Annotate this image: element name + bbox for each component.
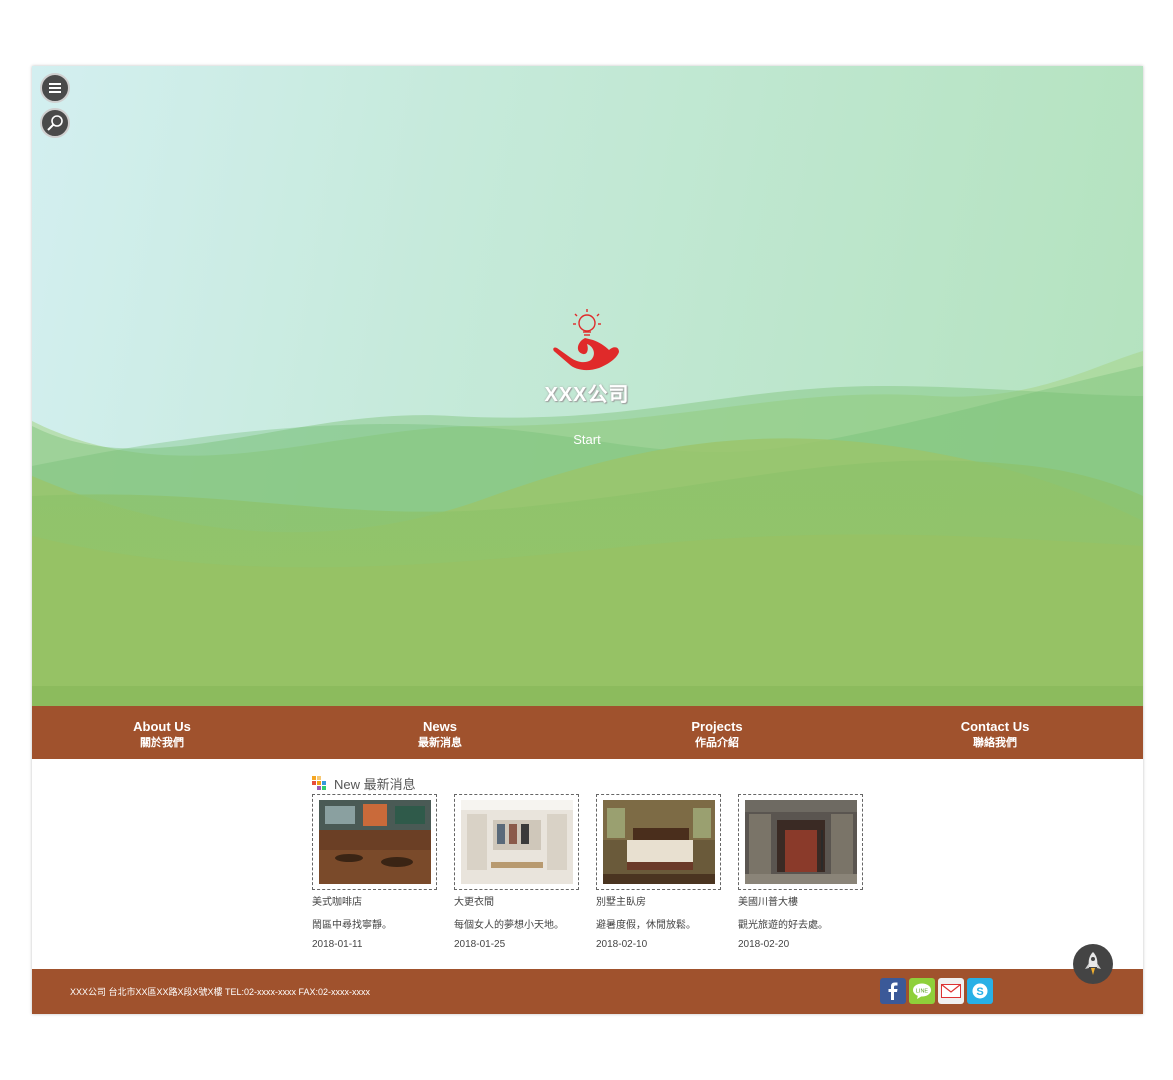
menu-button[interactable] (40, 73, 70, 103)
start-link[interactable]: Start (557, 432, 617, 447)
nav-item-contact[interactable]: Contact Us 聯絡我們 (925, 719, 1065, 751)
line-link[interactable]: LINE (909, 978, 935, 1004)
email-icon (941, 984, 961, 998)
nav-item-projects[interactable]: Projects 作品介紹 (647, 719, 787, 751)
page-frame: XXX公司 Start About Us 關於我們 News 最新消息 Proj… (32, 66, 1143, 1014)
skype-link[interactable]: S (967, 978, 993, 1004)
building-photo (744, 800, 857, 884)
news-item-date: 2018-01-25 (454, 939, 506, 950)
nav-item-zh-label: 最新消息 (418, 737, 462, 749)
news-card: 別墅主臥房 避暑度假，休閒放鬆。 2018-02-10 (596, 794, 721, 950)
news-header: New 最新消息 (312, 774, 416, 792)
news-card: 大更衣間 每個女人的夢想小天地。 2018-01-25 (454, 794, 579, 950)
news-item-name[interactable]: 美式咖啡店 (312, 893, 437, 908)
nav-item-zh-label: 關於我們 (140, 737, 184, 749)
cafe-photo (318, 800, 431, 884)
facebook-link[interactable] (880, 978, 906, 1004)
closet-photo (460, 800, 573, 884)
news-item-desc: 避暑度假，休閒放鬆。 (596, 920, 696, 931)
news-item-name[interactable]: 大更衣間 (454, 893, 579, 908)
news-thumbnail[interactable] (454, 794, 579, 890)
nav-item-en-label: Contact Us (960, 719, 1030, 734)
menu-icon (49, 83, 61, 93)
news-item-name[interactable]: 美國川普大樓 (738, 893, 863, 908)
news-item-date: 2018-02-10 (596, 939, 648, 950)
news-item-desc: 鬧區中尋找寧靜。 (312, 920, 392, 931)
footer: XXX公司 台北市XX區XX路X段X號X樓 TEL:02-xxxx-xxxx F… (32, 969, 1143, 1014)
nav-item-en-label: News (423, 719, 457, 734)
news-item-date: 2018-01-11 (312, 939, 363, 950)
svg-text:LINE: LINE (916, 989, 929, 995)
facebook-icon (888, 982, 898, 1000)
news-item-desc: 每個女人的夢想小天地。 (454, 920, 564, 931)
company-name: XXX公司 (544, 384, 630, 406)
bedroom-photo (602, 800, 715, 884)
back-to-top-button[interactable] (1073, 944, 1113, 984)
nav-item-en-label: About Us (133, 719, 191, 734)
nav-item-news[interactable]: News 最新消息 (370, 719, 510, 751)
news-thumbnail[interactable] (738, 794, 863, 890)
nav-item-about[interactable]: About Us 關於我們 (92, 719, 232, 751)
rocket-icon (1085, 952, 1101, 975)
nav-item-zh-label: 聯絡我們 (973, 737, 1017, 749)
email-link[interactable] (938, 978, 964, 1004)
news-thumbnail[interactable] (312, 794, 437, 890)
search-button[interactable] (40, 108, 70, 138)
news-thumbnail[interactable] (596, 794, 721, 890)
colored-grid-icon (312, 776, 326, 790)
line-icon: LINE (913, 983, 931, 999)
news-item-desc: 觀光旅遊的好去處。 (738, 920, 828, 931)
footer-address: XXX公司 台北市XX區XX路X段X號X樓 TEL:02-xxxx-xxxx F… (70, 987, 371, 997)
main-nav: About Us 關於我們 News 最新消息 Projects 作品介紹 Co… (32, 706, 1143, 759)
news-item-date: 2018-02-20 (738, 939, 790, 950)
svg-text:S: S (976, 986, 983, 998)
news-item-name[interactable]: 別墅主臥房 (596, 893, 721, 908)
search-icon (47, 115, 63, 131)
hero-banner: XXX公司 Start (32, 66, 1143, 706)
news-card: 美國川普大樓 觀光旅遊的好去處。 2018-02-20 (738, 794, 863, 950)
news-title: New 最新消息 (334, 776, 416, 792)
nav-item-zh-label: 作品介紹 (695, 737, 739, 749)
nav-item-en-label: Projects (691, 719, 743, 734)
skype-icon: S (972, 983, 988, 999)
news-card: 美式咖啡店 鬧區中尋找寧靜。 2018-01-11 (312, 794, 437, 950)
